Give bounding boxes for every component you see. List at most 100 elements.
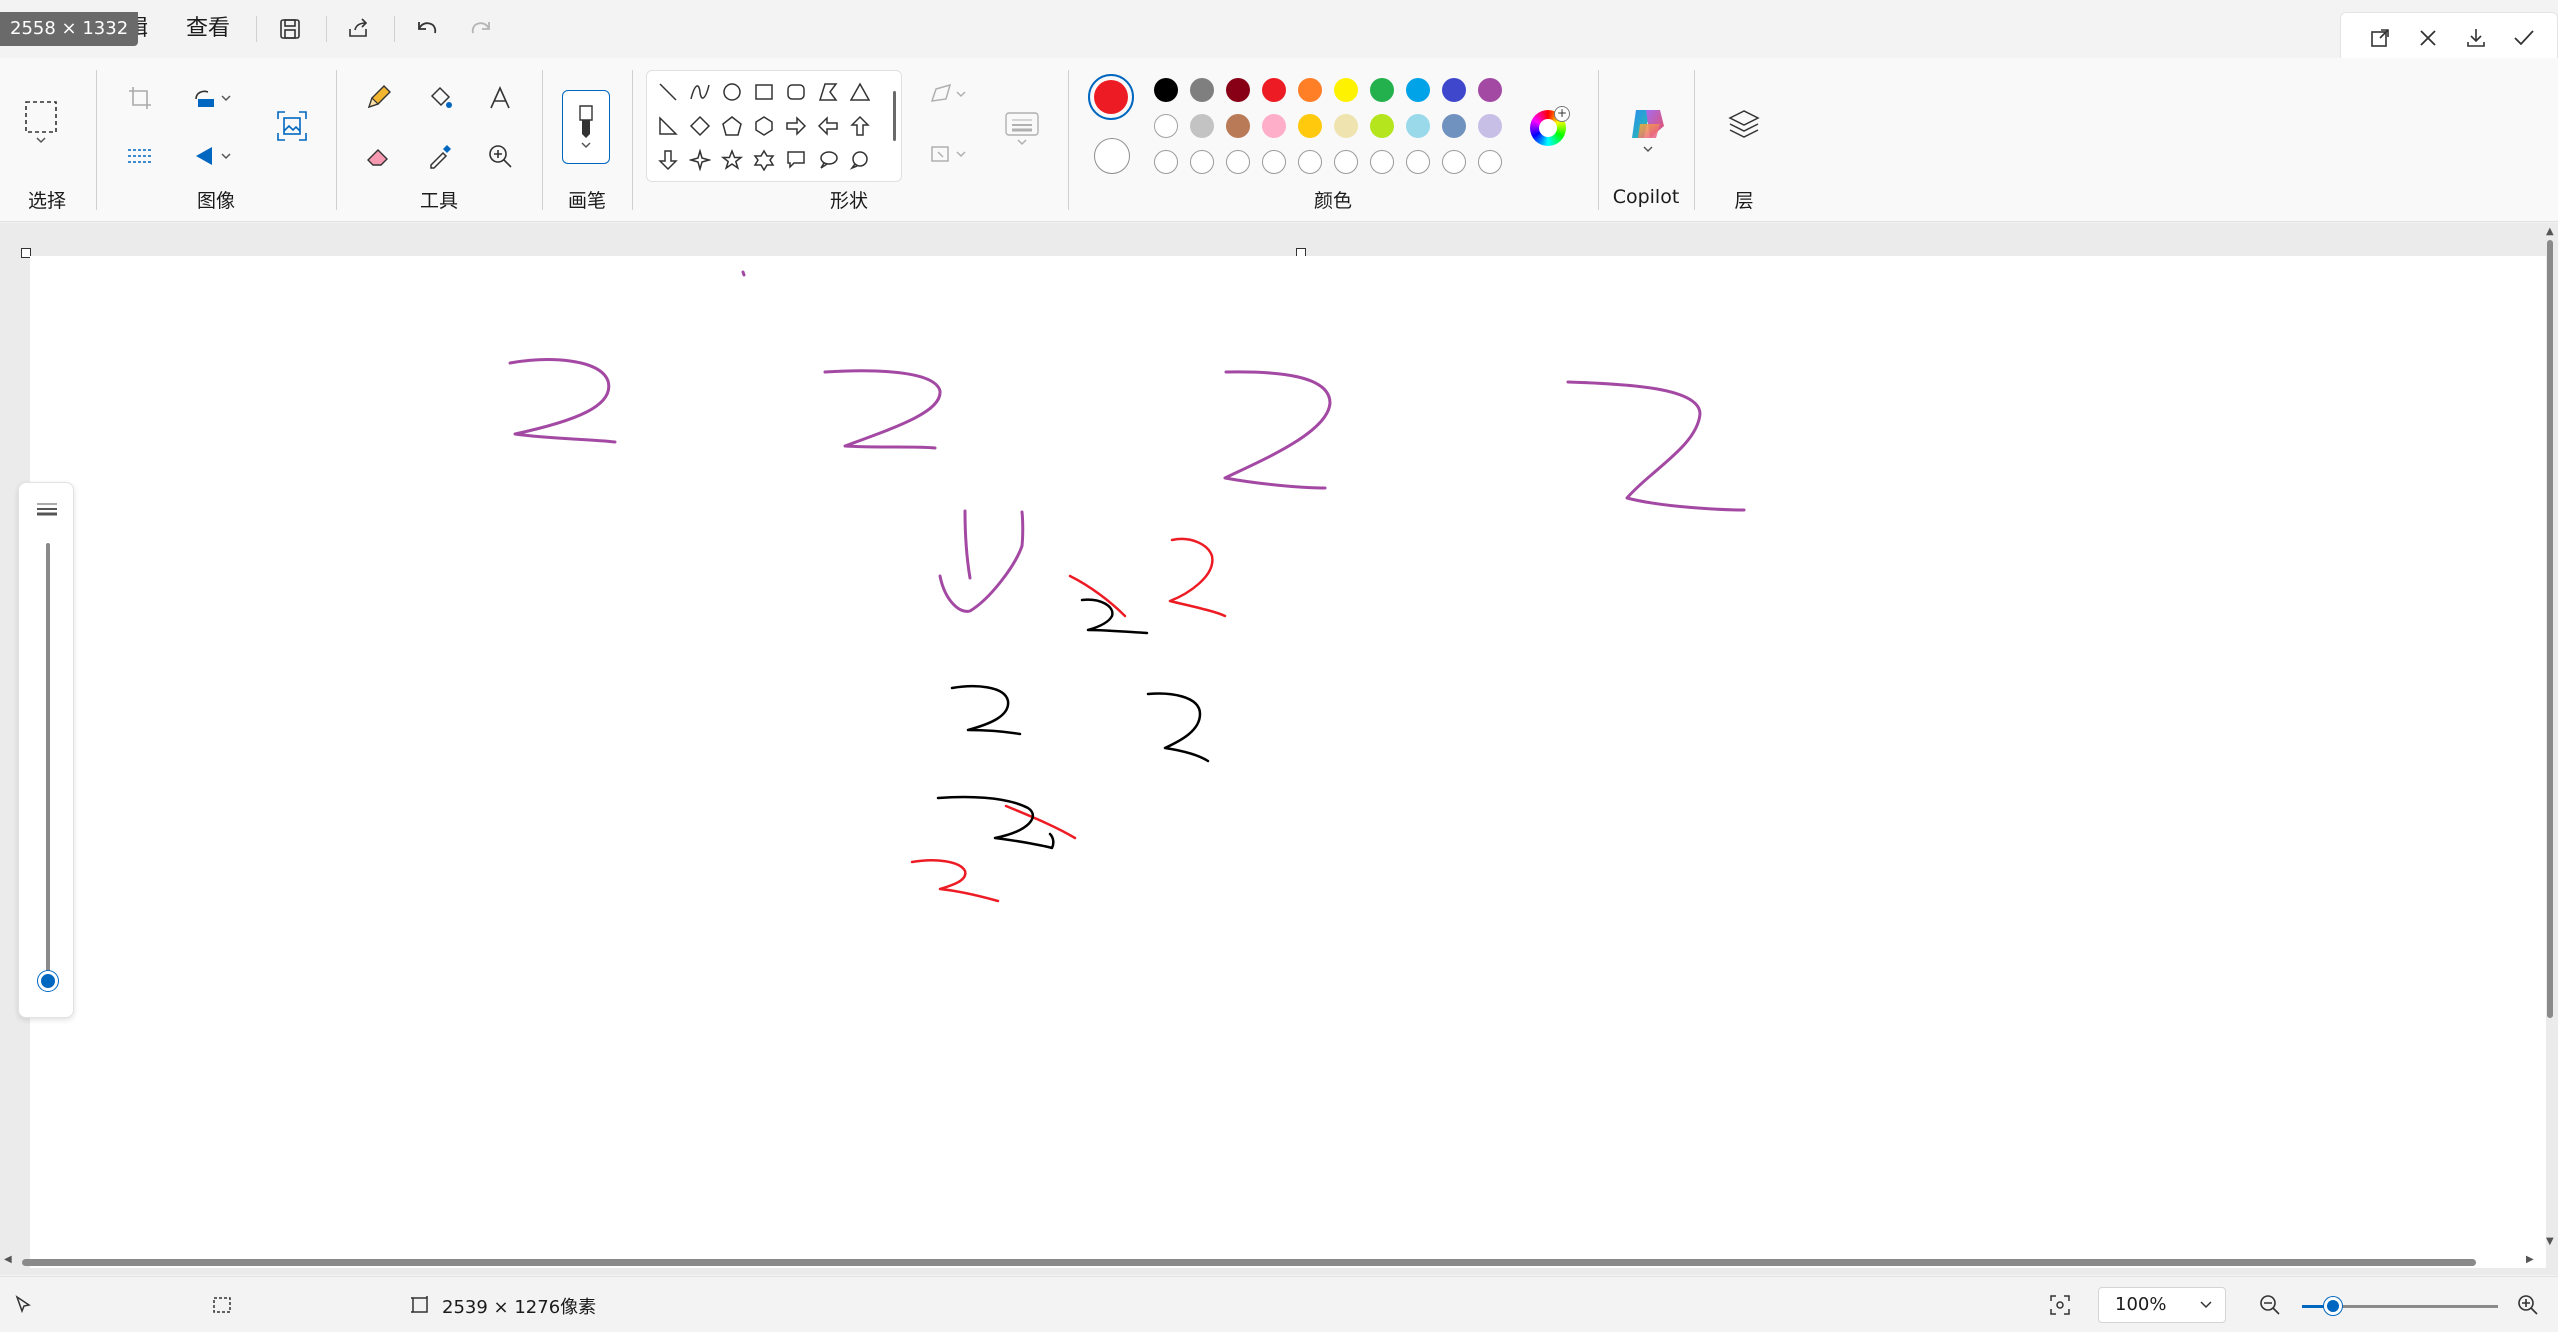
vertical-scrollbar-thumb[interactable] — [2547, 240, 2553, 1018]
callout-cloud-shape-icon[interactable] — [845, 145, 875, 175]
flip-button[interactable] — [180, 132, 244, 180]
fill-bucket-icon[interactable] — [416, 74, 464, 122]
line-width-button[interactable] — [996, 94, 1048, 164]
save-icon[interactable] — [270, 10, 310, 48]
pencil-icon[interactable] — [354, 74, 402, 122]
menu-view[interactable]: 查看 — [178, 12, 238, 46]
color-swatch[interactable] — [1334, 78, 1358, 102]
color-swatch[interactable] — [1154, 114, 1178, 138]
right-triangle-shape-icon[interactable] — [653, 111, 683, 141]
horizontal-scrollbar[interactable]: ◀ ▶ — [0, 1254, 2558, 1270]
select-rectangle-button[interactable] — [16, 84, 66, 160]
zoom-slider-thumb[interactable] — [2324, 1297, 2342, 1315]
menu-divider — [394, 16, 395, 42]
shape-fill-button[interactable] — [918, 134, 978, 174]
callout-rectangle-shape-icon[interactable] — [781, 145, 811, 175]
redo-icon[interactable] — [462, 10, 502, 48]
shapes-scrollbar[interactable] — [893, 91, 896, 141]
layers-icon[interactable] — [1720, 100, 1768, 148]
scroll-up-icon[interactable]: ▲ — [2546, 226, 2554, 237]
copilot-button[interactable] — [1620, 94, 1676, 164]
custom-color-slot[interactable] — [1190, 150, 1214, 174]
open-external-icon[interactable] — [2363, 21, 2397, 55]
edit-colors-button[interactable]: + — [1530, 106, 1570, 146]
color-swatch[interactable] — [1442, 114, 1466, 138]
close-icon[interactable] — [2411, 21, 2445, 55]
image-generator-icon[interactable] — [268, 102, 316, 150]
curve-shape-icon[interactable] — [685, 77, 715, 107]
color-swatch[interactable] — [1154, 78, 1178, 102]
color-swatch[interactable] — [1190, 114, 1214, 138]
zoom-level-select[interactable]: 100% — [2098, 1287, 2226, 1323]
custom-color-slot[interactable] — [1262, 150, 1286, 174]
color-swatch[interactable] — [1406, 114, 1430, 138]
text-icon[interactable] — [476, 74, 524, 122]
color-swatch[interactable] — [1298, 114, 1322, 138]
color-swatch[interactable] — [1370, 78, 1394, 102]
share-icon[interactable] — [338, 10, 378, 48]
eraser-icon[interactable] — [354, 132, 402, 180]
secondary-color-button[interactable] — [1094, 138, 1130, 174]
scroll-left-icon[interactable]: ◀ — [4, 1254, 12, 1265]
custom-color-slot[interactable] — [1406, 150, 1430, 174]
color-swatch[interactable] — [1478, 114, 1502, 138]
scroll-right-icon[interactable]: ▶ — [2526, 1254, 2534, 1265]
fit-to-window-icon[interactable] — [2048, 1293, 2072, 1321]
custom-color-slot[interactable] — [1154, 150, 1178, 174]
triangle-shape-icon[interactable] — [845, 77, 875, 107]
custom-color-slot[interactable] — [1334, 150, 1358, 174]
brush-size-track[interactable] — [46, 543, 50, 973]
crop-icon[interactable] — [116, 74, 164, 122]
color-swatch[interactable] — [1226, 78, 1250, 102]
drawing-canvas[interactable] — [30, 256, 2546, 1268]
brush-size-thumb[interactable] — [38, 971, 58, 991]
color-swatch[interactable] — [1298, 78, 1322, 102]
shape-outline-button[interactable] — [918, 74, 978, 114]
star-six-shape-icon[interactable] — [749, 145, 779, 175]
custom-color-slot[interactable] — [1226, 150, 1250, 174]
rounded-rectangle-shape-icon[interactable] — [781, 77, 811, 107]
polygon-shape-icon[interactable] — [813, 77, 843, 107]
checkmark-icon[interactable] — [2507, 21, 2541, 55]
arrow-left-shape-icon[interactable] — [813, 111, 843, 141]
line-shape-icon[interactable] — [653, 77, 683, 107]
shapes-gallery — [646, 70, 902, 182]
resize-icon[interactable] — [116, 132, 164, 180]
color-swatch[interactable] — [1262, 78, 1286, 102]
color-swatch[interactable] — [1190, 78, 1214, 102]
zoom-in-icon[interactable] — [2516, 1293, 2540, 1321]
rectangle-shape-icon[interactable] — [749, 77, 779, 107]
star-four-shape-icon[interactable] — [685, 145, 715, 175]
color-swatch[interactable] — [1406, 78, 1430, 102]
custom-color-slot[interactable] — [1298, 150, 1322, 174]
custom-color-slot[interactable] — [1442, 150, 1466, 174]
download-icon[interactable] — [2459, 21, 2493, 55]
custom-color-slot[interactable] — [1370, 150, 1394, 174]
scroll-down-icon[interactable]: ▼ — [2546, 1236, 2554, 1247]
oval-shape-icon[interactable] — [717, 77, 747, 107]
horizontal-scrollbar-thumb[interactable] — [22, 1259, 2476, 1266]
color-swatch[interactable] — [1334, 114, 1358, 138]
undo-icon[interactable] — [406, 10, 446, 48]
color-swatch[interactable] — [1262, 114, 1286, 138]
hexagon-shape-icon[interactable] — [749, 111, 779, 141]
star-five-shape-icon[interactable] — [717, 145, 747, 175]
brush-button[interactable] — [562, 90, 610, 164]
vertical-scrollbar[interactable]: ▲ ▼ — [2544, 226, 2558, 1250]
pentagon-shape-icon[interactable] — [717, 111, 747, 141]
primary-color-button[interactable] — [1088, 74, 1134, 120]
zoom-out-icon[interactable] — [2258, 1293, 2282, 1321]
custom-color-slot[interactable] — [1478, 150, 1502, 174]
arrow-up-shape-icon[interactable] — [845, 111, 875, 141]
color-picker-icon[interactable] — [416, 132, 464, 180]
magnifier-icon[interactable] — [476, 132, 524, 180]
rotate-button[interactable] — [180, 74, 244, 122]
diamond-shape-icon[interactable] — [685, 111, 715, 141]
color-swatch[interactable] — [1478, 78, 1502, 102]
arrow-down-shape-icon[interactable] — [653, 145, 683, 175]
arrow-right-shape-icon[interactable] — [781, 111, 811, 141]
callout-oval-shape-icon[interactable] — [813, 145, 843, 175]
color-swatch[interactable] — [1370, 114, 1394, 138]
color-swatch[interactable] — [1442, 78, 1466, 102]
color-swatch[interactable] — [1226, 114, 1250, 138]
